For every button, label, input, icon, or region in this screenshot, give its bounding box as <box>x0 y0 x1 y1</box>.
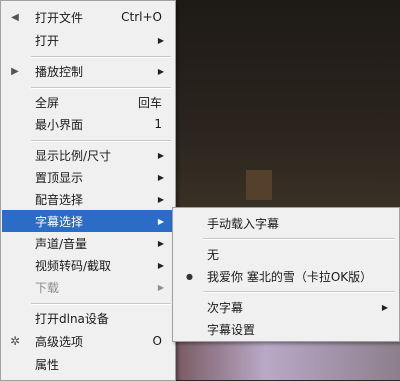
menu-item-subtitle-select[interactable]: 字幕选择 ▶ <box>2 210 174 232</box>
radio-dot-icon: ● <box>186 271 193 281</box>
video-frame-detail <box>246 170 272 200</box>
menu-item-label: 配音选择 <box>35 192 84 207</box>
menu-item-label: 字幕选择 <box>35 214 84 229</box>
menu-separator <box>31 56 171 58</box>
menu-item-label: 全屏 <box>35 95 60 110</box>
menu-item-label: 我爱你 塞北的雪（卡拉OK版） <box>207 269 373 284</box>
submenu-item-secondary-subtitle[interactable]: 次字幕 ▶ <box>174 296 398 318</box>
shortcut-text: Ctrl+O <box>121 10 162 24</box>
menu-item-label: 视频转码/截取 <box>35 258 112 273</box>
menu-item-label: 手动载入字幕 <box>207 216 280 231</box>
menu-item-label: 打开 <box>35 33 60 48</box>
menu-item-always-on-top[interactable]: 置顶显示 ▶ <box>2 166 174 188</box>
menu-item-properties[interactable]: 属性 <box>2 353 174 375</box>
menu-item-advanced-options[interactable]: ✲ 高级选项 O <box>2 330 174 352</box>
menu-item-fullscreen[interactable]: 全屏 回车 <box>2 91 174 113</box>
menu-item-label: 最小界面 <box>35 117 84 132</box>
menu-item-label: 播放控制 <box>35 64 84 79</box>
subtitle-submenu: 手动载入字幕 无 ● 我爱你 塞北的雪（卡拉OK版） 次字幕 ▶ 字幕设置 <box>172 207 400 342</box>
chevron-right-icon: ▶ <box>157 216 164 226</box>
menu-separator <box>31 87 171 89</box>
menu-separator <box>203 291 395 293</box>
chevron-right-icon: ▶ <box>157 238 164 248</box>
menu-item-label: 打开文件 <box>35 10 84 25</box>
menu-item-label: 高级选项 <box>35 334 84 349</box>
video-frame-lower <box>176 340 400 380</box>
gear-icon: ✲ <box>9 334 21 348</box>
chevron-right-icon: ▶ <box>157 194 164 204</box>
shortcut-text: 回车 <box>137 95 162 110</box>
menu-item-label: 次字幕 <box>207 300 244 315</box>
menu-item-open-file[interactable]: ◀ 打开文件 Ctrl+O <box>2 6 174 28</box>
menu-item-label: 属性 <box>35 357 60 372</box>
menu-item-label: 置顶显示 <box>35 170 84 185</box>
chevron-right-icon: ▶ <box>157 66 164 76</box>
submenu-item-track-1[interactable]: ● 我爱你 塞北的雪（卡拉OK版） <box>174 265 398 287</box>
menu-item-dlna[interactable]: 打开dlna设备 <box>2 307 174 329</box>
menu-item-aspect-ratio[interactable]: 显示比例/尺寸 ▶ <box>2 144 174 166</box>
menu-item-label: 下载 <box>35 280 60 295</box>
menu-item-label: 字幕设置 <box>207 322 256 337</box>
menu-item-playback-control[interactable]: ▶ 播放控制 ▶ <box>2 60 174 82</box>
menu-item-audio-track[interactable]: 配音选择 ▶ <box>2 188 174 210</box>
context-menu: ◀ 打开文件 Ctrl+O 打开 ▶ ▶ 播放控制 ▶ 全屏 回车 最小界面 1… <box>0 0 176 381</box>
open-file-icon: ◀ <box>11 11 19 23</box>
play-triangle-icon: ▶ <box>11 65 19 77</box>
chevron-right-icon: ▶ <box>157 282 164 292</box>
menu-separator <box>31 140 171 142</box>
menu-item-download: 下载 ▶ <box>2 276 174 298</box>
chevron-right-icon: ▶ <box>157 172 164 182</box>
chevron-right-icon: ▶ <box>157 35 164 45</box>
menu-item-label: 打开dlna设备 <box>35 311 109 326</box>
menu-item-label: 显示比例/尺寸 <box>35 148 112 163</box>
chevron-right-icon: ▶ <box>157 150 164 160</box>
submenu-item-load-subtitle[interactable]: 手动载入字幕 <box>174 212 398 234</box>
menu-separator <box>31 303 171 305</box>
menu-item-channel-volume[interactable]: 声道/音量 ▶ <box>2 232 174 254</box>
menu-item-label: 无 <box>207 247 220 262</box>
video-frame-dark <box>176 0 400 210</box>
chevron-right-icon: ▶ <box>157 260 164 270</box>
menu-separator <box>203 238 395 240</box>
submenu-item-subtitle-settings[interactable]: 字幕设置 <box>174 318 398 340</box>
shortcut-text: 1 <box>154 117 162 131</box>
chevron-right-icon: ▶ <box>381 302 388 312</box>
menu-item-label: 声道/音量 <box>35 236 88 251</box>
shortcut-text: O <box>152 334 162 348</box>
menu-item-transcode[interactable]: 视频转码/截取 ▶ <box>2 254 174 276</box>
submenu-item-none[interactable]: 无 <box>174 243 398 265</box>
menu-item-open[interactable]: 打开 ▶ <box>2 29 174 51</box>
menu-item-mini-mode[interactable]: 最小界面 1 <box>2 113 174 135</box>
